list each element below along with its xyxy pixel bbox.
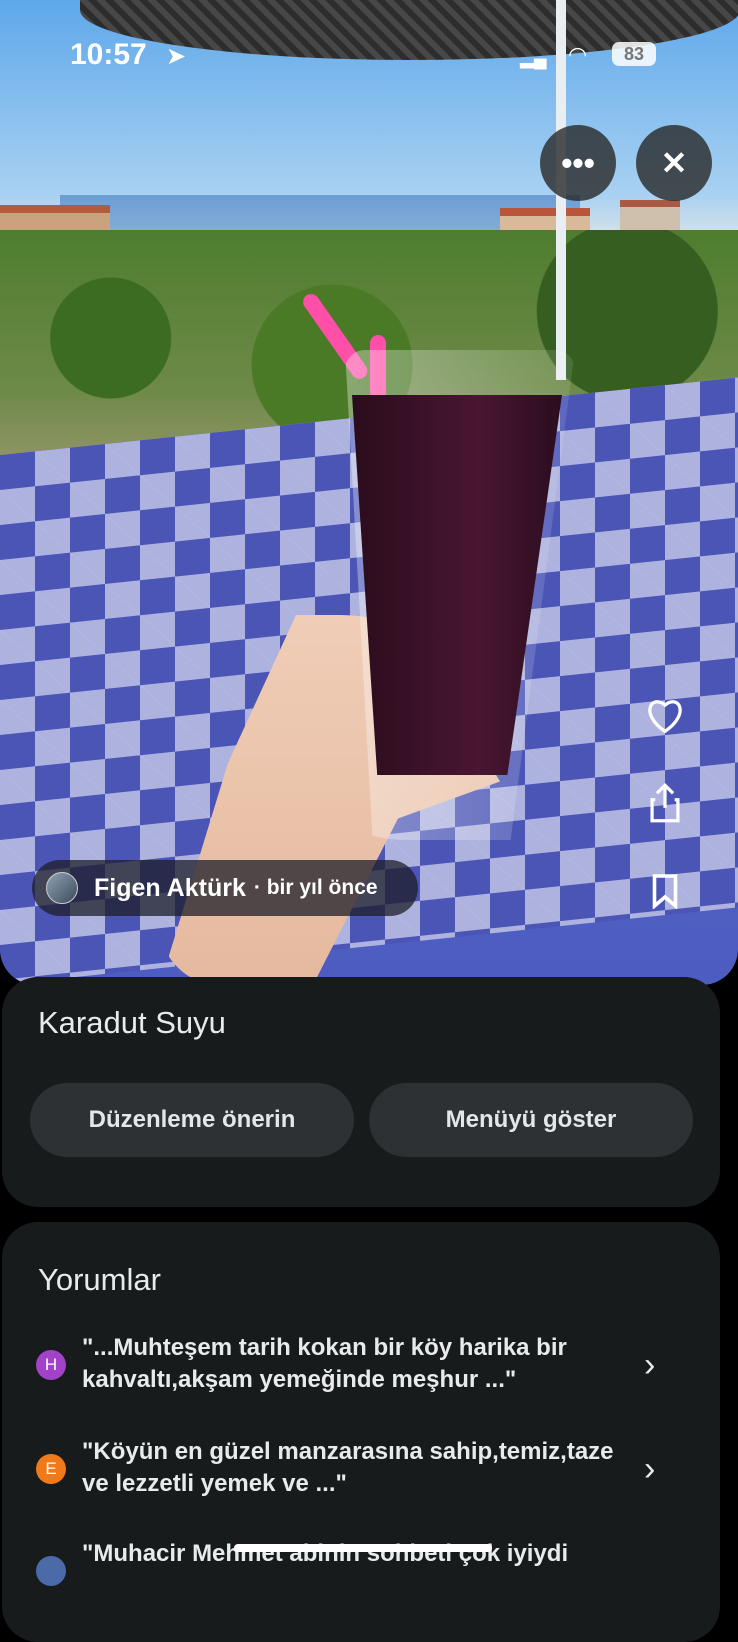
chevron-right-icon: ›	[644, 1346, 656, 1384]
status-time: 10:57	[70, 38, 147, 71]
location-arrow-icon: ➤	[166, 43, 187, 70]
battery-icon: 83	[612, 42, 656, 66]
avatar	[46, 872, 78, 904]
reviewer-avatar: H	[36, 1350, 66, 1380]
show-menu-button[interactable]: Menüyü göster	[369, 1083, 693, 1157]
heart-icon	[648, 700, 682, 733]
reviews-card: Yorumlar H "...Muhteşem tarih kokan bir …	[2, 1222, 720, 1642]
bookmark-icon	[652, 874, 678, 909]
share-icon	[650, 782, 680, 823]
review-snippet: "...Muhteşem tarih kokan bir köy harika …	[82, 1334, 567, 1393]
wifi-icon: ◠	[568, 42, 588, 67]
review-snippet: "Muhacir Mehmet abinin sohbeti çok iyiyd…	[82, 1540, 569, 1567]
like-button[interactable]	[640, 690, 690, 740]
place-title: Karadut Suyu	[38, 1005, 226, 1040]
reviewer-avatar	[36, 1556, 66, 1586]
more-button[interactable]: •••	[540, 125, 616, 201]
reviews-title: Yorumlar	[38, 1262, 161, 1297]
close-button[interactable]: ✕	[636, 125, 712, 201]
suggest-edit-button[interactable]: Düzenleme önerin	[30, 1083, 354, 1157]
close-icon: ✕	[660, 145, 688, 181]
bookmark-button[interactable]	[640, 866, 690, 916]
author-name: Figen Aktürk	[94, 873, 246, 902]
home-indicator	[234, 1544, 492, 1552]
signal-icon: ▂▄	[520, 48, 547, 68]
reviewer-avatar: E	[36, 1454, 66, 1484]
photo-viewer[interactable]	[0, 0, 738, 985]
photo-timestamp: · bir yıl önce	[253, 876, 378, 899]
share-button[interactable]	[640, 778, 690, 828]
chevron-right-icon: ›	[644, 1450, 656, 1488]
more-horizontal-icon: •••	[561, 144, 595, 181]
status-bar: 10:57 ➤ ▂▄ ◠ 83	[0, 30, 738, 80]
place-card: Karadut Suyu Düzenleme önerin Menüyü gös…	[2, 977, 720, 1207]
author-chip[interactable]: Figen Aktürk · bir yıl önce	[32, 860, 418, 916]
review-snippet: "Köyün en güzel manzarasına sahip,temiz,…	[82, 1438, 614, 1497]
